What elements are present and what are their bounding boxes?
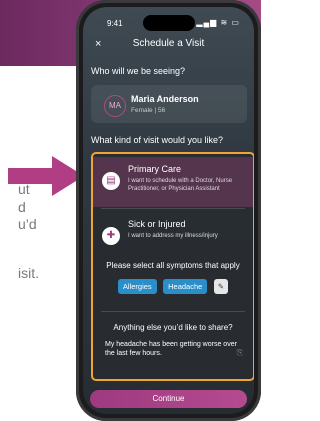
app-screen: 9:41 ▂▄▆ ≋ ▭ × Schedule a Visit Who will… [83,7,254,414]
screen-header: × Schedule a Visit [83,38,254,58]
notes-text: My headache has been getting worse over … [105,341,237,357]
status-time: 9:41 [107,19,123,28]
clipboard-icon: ▤ [102,172,120,190]
option-sick-or-injured[interactable]: ✚ Sick or Injured I want to address my i… [93,212,253,262]
divider [101,208,245,209]
pointer-arrow-icon [8,156,84,196]
option-title: Sick or Injured [128,219,186,229]
patient-name: Maria Anderson [131,94,199,104]
option-description: I want to address my illness/injury [128,233,218,239]
patient-card[interactable]: MA Maria Anderson Female | 56 [91,85,247,123]
patient-details: Female | 56 [131,107,166,114]
option-title: Primary Care [128,164,182,174]
edit-pencil-icon[interactable]: ✎ [213,279,229,295]
symptom-chips: Allergies Headache ✎ [93,278,253,296]
notes-textarea[interactable]: My headache has been getting worse over … [105,340,243,370]
notes-label: Anything else you’d like to share? [113,323,233,332]
background-text-line: u’d [18,216,37,232]
close-icon[interactable]: × [95,38,101,50]
attachment-icon[interactable]: ⎘ [237,348,243,357]
symptoms-label: Please select all symptoms that apply [106,261,240,270]
chip-headache[interactable]: Headache [163,279,208,295]
option-description: I want to schedule with a Doctor, Nurse … [128,178,233,192]
question-kind: What kind of visit would you like? [91,135,224,145]
status-bar: 9:41 ▂▄▆ ≋ ▭ [83,17,254,31]
question-who: Who will we be seeing? [91,66,186,76]
divider [101,311,245,312]
thermometer-icon: ✚ [102,227,120,245]
background-text-line: isit. [18,265,39,281]
avatar: MA [104,95,126,117]
chip-allergies[interactable]: Allergies [117,279,157,295]
phone-frame: 9:41 ▂▄▆ ≋ ▭ × Schedule a Visit Who will… [76,0,261,421]
visit-options-panel: ▤ Primary Care I want to schedule with a… [91,152,254,381]
signal-wifi-battery-icon: ▂▄▆ ≋ ▭ [196,18,240,27]
page-title: Schedule a Visit [132,38,205,49]
option-primary-care[interactable]: ▤ Primary Care I want to schedule with a… [93,157,253,207]
continue-button[interactable]: Continue [90,390,247,408]
